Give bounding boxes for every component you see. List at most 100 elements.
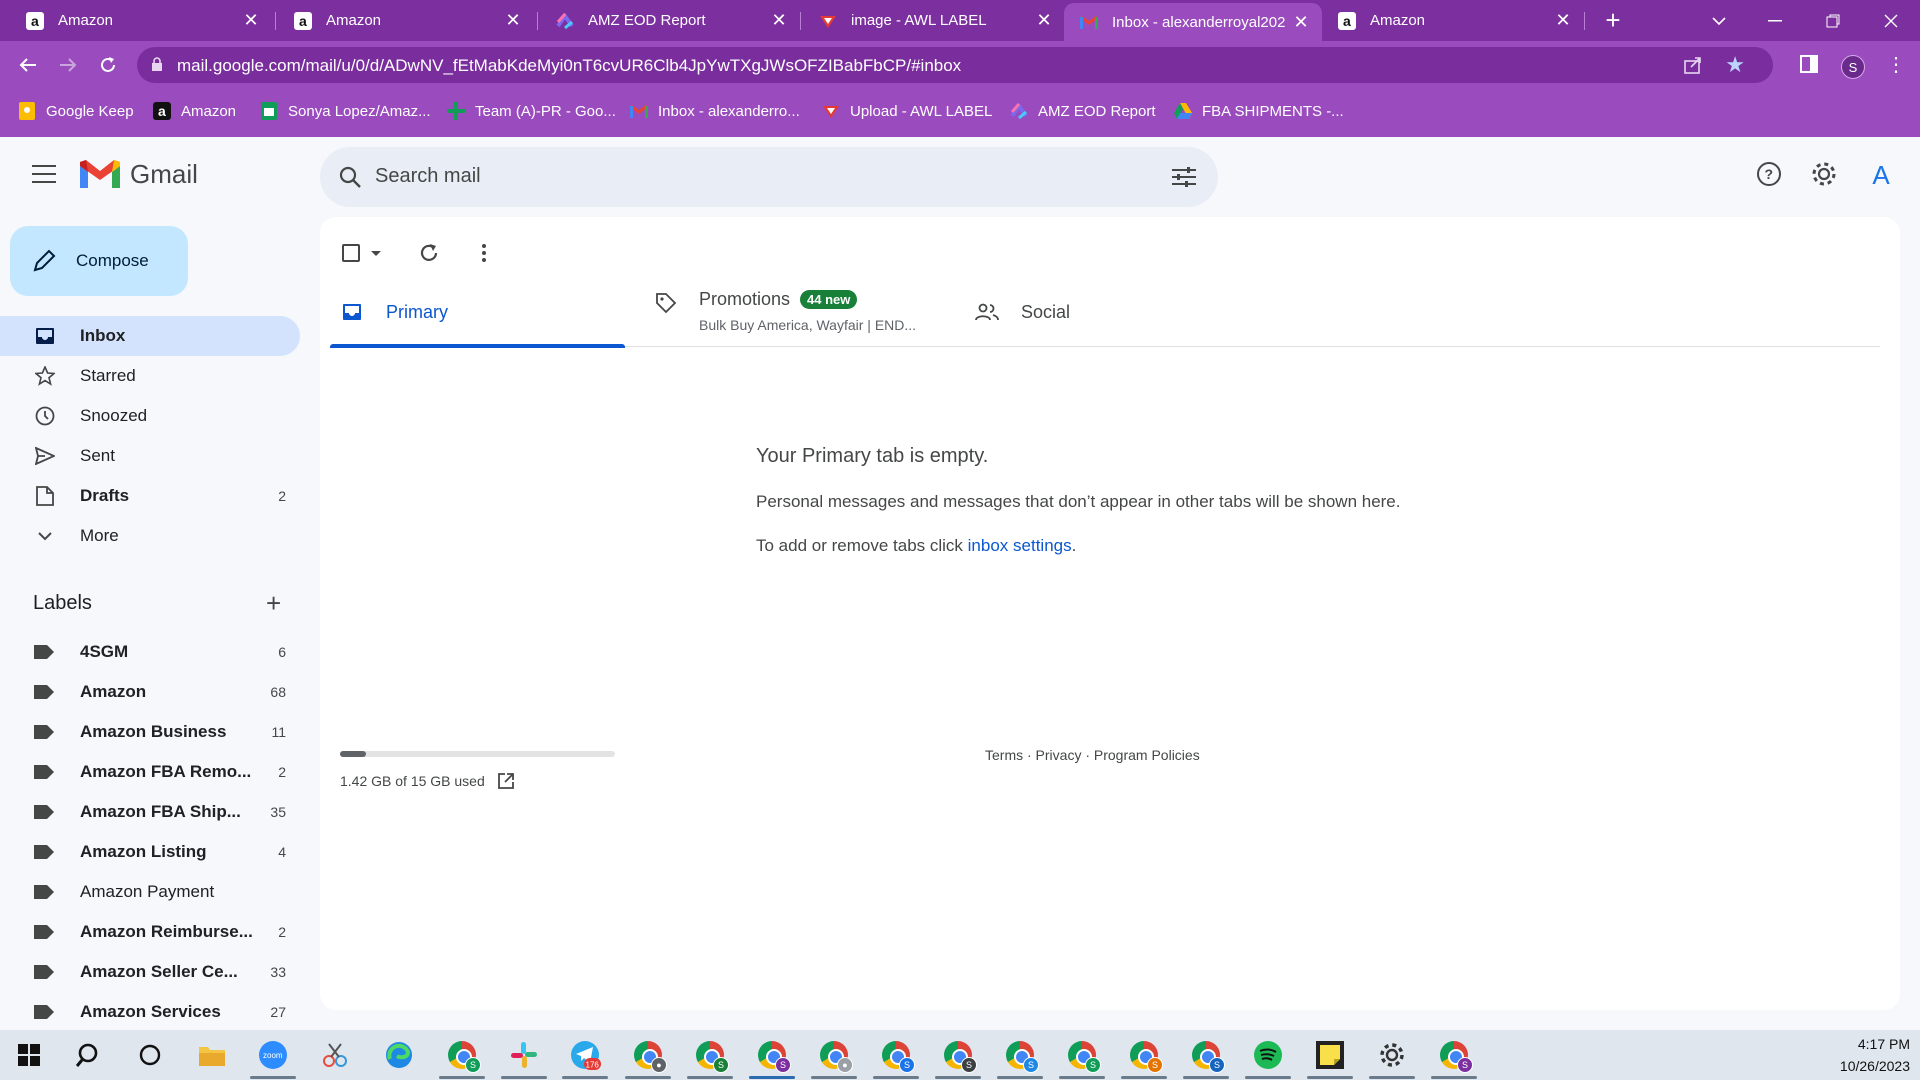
close-tab-icon[interactable]: ✕ [1035,10,1053,31]
share-icon[interactable] [1683,55,1703,75]
mail-nav: Inbox Starred Snoozed Sent Drafts 2 More [0,316,300,556]
zoom-icon[interactable]: zoom [256,1038,290,1072]
bookmark-team-a-pr[interactable]: Team (A)-PR - Goo... [447,102,616,120]
account-avatar[interactable]: A [1863,157,1899,193]
snipping-tool-icon[interactable] [318,1038,352,1072]
add-label-icon[interactable]: + [266,588,281,619]
system-clock[interactable]: 4:17 PM 10/26/2023 [1840,1033,1910,1077]
label-item[interactable]: Amazon Listing 4 [0,832,300,872]
close-tab-icon[interactable]: ✕ [504,10,522,31]
address-bar[interactable]: mail.google.com/mail/u/0/d/ADwNV_fEtMabK… [137,47,1773,83]
bookmark-upload-awl[interactable]: Upload - AWL LABEL [822,102,992,120]
browser-menu-icon[interactable]: ⋮ [1886,52,1906,77]
chrome-profile-icon[interactable]: S [1189,1038,1225,1073]
main-menu-icon[interactable] [32,165,56,183]
browser-tab-2[interactable]: a Amazon ✕ [278,0,534,41]
close-tab-icon[interactable]: ✕ [1292,12,1310,33]
nav-item-sent[interactable]: Sent [0,436,300,476]
chrome-profile-icon[interactable]: S [941,1038,977,1073]
label-item[interactable]: Amazon Services 27 [0,992,300,1032]
edge-icon[interactable] [382,1038,416,1072]
back-button[interactable] [14,51,42,79]
label-name: Amazon Business [80,722,227,741]
label-item[interactable]: Amazon Reimburse... 2 [0,912,300,952]
footer-links[interactable]: Terms · Privacy · Program Policies [985,747,1200,763]
more-actions-icon[interactable] [480,242,488,264]
bookmark-inbox[interactable]: Inbox - alexanderro... [630,102,800,120]
reload-button[interactable] [94,51,122,79]
nav-item-starred[interactable]: Starred [0,356,300,396]
chrome-profile-icon[interactable]: S [1437,1038,1473,1073]
chrome-profile-icon-active[interactable]: S [755,1038,791,1073]
label-item[interactable]: Amazon FBA Ship... 35 [0,792,300,832]
select-dropdown-icon[interactable] [368,248,384,258]
close-tab-icon[interactable]: ✕ [242,10,260,31]
file-explorer-icon[interactable] [195,1038,229,1072]
label-item[interactable]: 4SGM 6 [0,632,300,672]
browser-tab-1[interactable]: a Amazon ✕ [10,0,272,41]
spotify-icon[interactable] [1251,1038,1285,1072]
running-indicator [250,1076,296,1079]
label-item[interactable]: Amazon Seller Ce... 33 [0,952,300,992]
restore-button[interactable] [1806,0,1860,41]
settings-gear-icon[interactable] [1375,1038,1409,1072]
chrome-profile-icon[interactable]: S [1003,1038,1039,1073]
side-panel-icon[interactable] [1800,55,1818,73]
telegram-icon[interactable]: 176 [568,1038,602,1072]
search-bar[interactable]: Search mail [320,147,1218,207]
chrome-profile-icon[interactable]: S [693,1038,729,1073]
browser-profile-avatar[interactable]: S [1841,55,1865,79]
inbox-settings-link[interactable]: inbox settings [968,536,1072,555]
slack-icon[interactable] [507,1038,541,1072]
select-all-checkbox[interactable] [342,244,360,262]
chrome-profile-icon[interactable]: S [879,1038,915,1073]
label-item[interactable]: Amazon FBA Remo... 2 [0,752,300,792]
bookmark-amazon[interactable]: a Amazon [153,102,236,120]
chrome-profile-icon[interactable]: S [1065,1038,1101,1073]
close-tab-icon[interactable]: ✕ [1554,10,1572,31]
bookmark-sonya-lopez[interactable]: Sonya Lopez/Amaz... [260,102,431,120]
browser-tab-4[interactable]: image - AWL LABEL ✕ [803,0,1065,41]
refresh-icon[interactable] [418,242,440,264]
search-options-icon[interactable] [1172,166,1196,188]
external-link-icon[interactable] [497,772,515,790]
chrome-profile-icon[interactable]: ● [817,1038,853,1073]
nav-item-inbox[interactable]: Inbox [0,316,300,356]
tab-promotions[interactable]: Promotions 44 new Bulk Buy America, Wayf… [655,277,945,347]
nav-item-more[interactable]: More [0,516,300,556]
browser-tab-5-active[interactable]: Inbox - alexanderroyal202 ✕ [1064,3,1322,41]
settings-gear-icon[interactable] [1810,160,1838,188]
search-input[interactable]: Search mail [375,165,481,188]
nav-item-drafts[interactable]: Drafts 2 [0,476,300,516]
close-window-button[interactable] [1864,0,1918,41]
label-item[interactable]: Amazon Business 11 [0,712,300,752]
label-item[interactable]: Amazon Payment [0,872,300,912]
bookmark-google-keep[interactable]: Google Keep [18,102,134,120]
search-icon[interactable] [338,165,362,189]
new-tab-button[interactable]: + [1598,6,1628,36]
windows-start-icon[interactable] [12,1038,46,1072]
tab-primary[interactable]: Primary [330,277,625,348]
tab-social[interactable]: Social [975,277,1225,347]
bookmark-amz-eod[interactable]: AMZ EOD Report [1010,102,1156,120]
chrome-profile-icon[interactable]: S [1127,1038,1163,1073]
nav-item-snoozed[interactable]: Snoozed [0,396,300,436]
chrome-profile-icon[interactable]: ● [631,1038,667,1073]
label-item[interactable]: Amazon 68 [0,672,300,712]
browser-tab-6[interactable]: a Amazon ✕ [1322,0,1584,41]
help-icon[interactable]: ? [1755,160,1783,188]
gmail-logo[interactable]: Gmail [80,159,198,190]
search-icon[interactable] [72,1038,106,1072]
cortana-icon[interactable] [133,1038,167,1072]
sticky-notes-icon[interactable] [1313,1038,1347,1072]
bookmark-fba-shipments[interactable]: FBA SHIPMENTS -... [1174,102,1344,120]
compose-button[interactable]: Compose [10,226,188,296]
close-tab-icon[interactable]: ✕ [770,10,788,31]
browser-tab-3[interactable]: AMZ EOD Report ✕ [540,0,800,41]
chrome-profile-icon[interactable]: S [445,1038,481,1073]
forward-button[interactable] [54,51,82,79]
minimize-button[interactable] [1748,0,1802,41]
label-name: Amazon Listing [80,842,207,861]
tab-search-button[interactable] [1692,0,1746,41]
bookmark-star-icon[interactable]: ★ [1725,52,1745,78]
